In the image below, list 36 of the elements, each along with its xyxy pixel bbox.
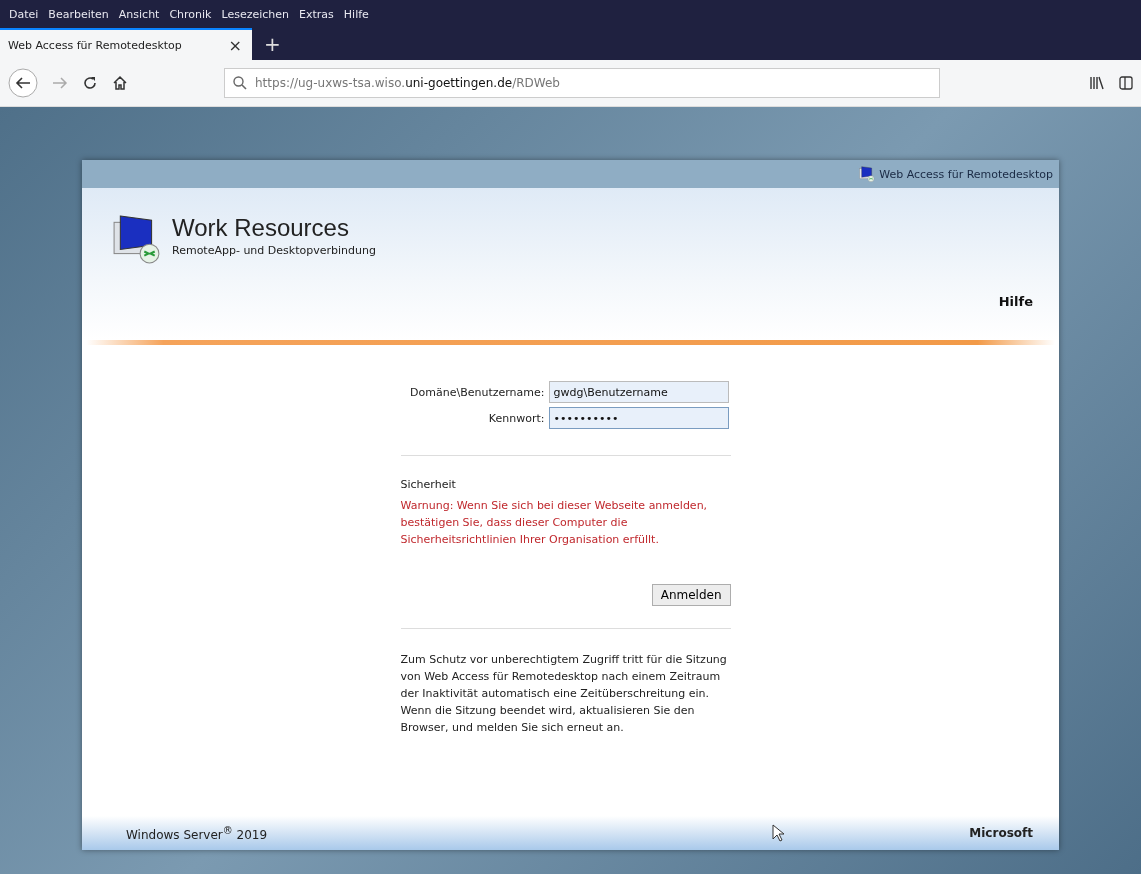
menu-item[interactable]: Ansicht — [113, 7, 165, 21]
close-tab-button[interactable]: × — [228, 35, 242, 55]
menu-item[interactable]: Bearbeiten — [43, 7, 114, 21]
sign-in-button[interactable]: Anmelden — [651, 584, 731, 606]
reload-icon[interactable] — [82, 75, 98, 91]
input-field[interactable]: •••••••••• — [548, 407, 729, 429]
page-subtitle: RemoteApp- und Desktopverbindung — [172, 244, 376, 257]
search-icon — [233, 76, 247, 90]
library-icon[interactable] — [1089, 76, 1105, 90]
url-text: https://ug-uxws-tsa.wiso.uni-goettingen.de/RDWeb — [255, 76, 560, 90]
timeout-notice: Zum Schutz vor unberechtigtem Zugriff tritt für die Sitzung von Web Access für Remotedesktop nach einem Zeitraum der Inaktivität automatisch eine Zeitüberschreitung ein. Wenn die Sitzung beendet wird, aktualisieren Sie den Browser, und melden Sie sich erneut an. — [400, 652, 728, 736]
address-bar[interactable]: https://ug-uxws-tsa.wiso.uni-goettingen.de/RDWeb — [224, 68, 940, 98]
tab-title: Web Access für Remotedesktop — [8, 38, 182, 52]
security-warning: Warnung: Wenn Sie sich bei dieser Webseite anmelden, bestätigen Sie, dass dieser Computer die Sicherheitsrichtlinien Ihrer Organisation erfüllt. — [400, 498, 709, 548]
browser-tab[interactable]: Web Access für Remotedesktop × — [0, 28, 252, 60]
menu-item[interactable]: Datei — [4, 7, 44, 21]
menu-item[interactable]: Lesezeichen — [216, 7, 295, 21]
new-tab-button[interactable]: + — [252, 28, 293, 60]
remote-desktop-icon — [859, 166, 876, 182]
menu-item[interactable]: Hilfe — [338, 7, 374, 21]
input-field[interactable]: gwdg\Benutzername — [548, 381, 729, 403]
home-icon[interactable] — [112, 75, 128, 91]
field-label: Kennwort: — [487, 411, 545, 425]
field-label: Domäne\Benutzername: — [409, 385, 545, 399]
sidebar-icon[interactable] — [1119, 76, 1133, 90]
product-name: Windows Server$^{®}$ 2019 — [126, 824, 268, 842]
menu-item[interactable]: Chronik — [164, 7, 217, 21]
page-title: Work Resources — [172, 214, 350, 242]
vendor-name: Microsoft — [969, 826, 1033, 840]
menu-item[interactable]: Extras — [294, 7, 339, 21]
remote-desktop-icon — [112, 214, 162, 264]
mouse-pointer-icon — [772, 824, 784, 842]
back-icon[interactable] — [8, 68, 38, 98]
help-link[interactable]: Hilfe — [998, 294, 1033, 309]
section-heading: Sicherheit — [400, 478, 457, 491]
web-access-link[interactable]: Web Access für Remotedesktop — [879, 167, 1053, 181]
